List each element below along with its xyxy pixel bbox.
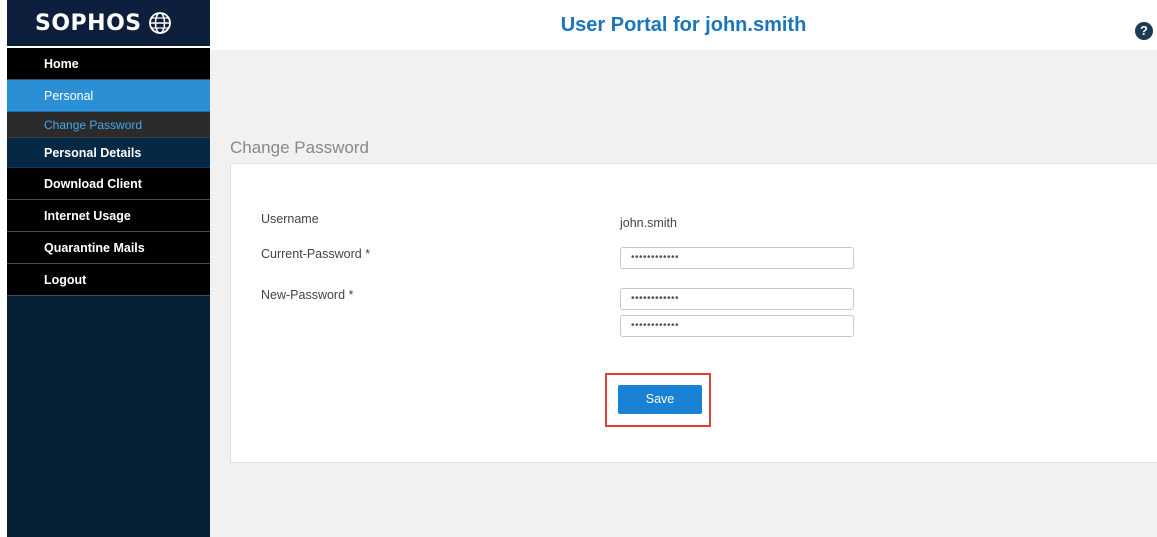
sidebar-item-personal-details[interactable]: Personal Details: [7, 138, 210, 168]
left-margin: [0, 0, 7, 537]
globe-icon: [148, 12, 171, 34]
new-password-field[interactable]: ••••••••••••: [620, 288, 854, 310]
username-value: john.smith: [620, 216, 677, 230]
sidebar-item-download-client[interactable]: Download Client: [7, 168, 210, 200]
sidebar-item-internet-usage[interactable]: Internet Usage: [7, 200, 210, 232]
section-title: Change Password: [230, 138, 369, 157]
sidebar-item-logout[interactable]: Logout: [7, 264, 210, 296]
header: User Portal for john.smith ?: [210, 0, 1157, 50]
confirm-password-field[interactable]: ••••••••••••: [620, 315, 854, 337]
new-password-label: New-Password *: [261, 288, 354, 302]
sidebar-item-personal[interactable]: Personal: [7, 80, 210, 112]
change-password-panel: Username john.smith Current-Password * •…: [230, 163, 1157, 463]
current-password-label: Current-Password *: [261, 247, 371, 261]
sidebar-item-quarantine-mails[interactable]: Quarantine Mails: [7, 232, 210, 264]
logo-bar: SOPHOS: [7, 0, 210, 48]
main-content: User Portal for john.smith ? Change Pass…: [210, 0, 1157, 537]
help-icon[interactable]: ?: [1135, 22, 1153, 40]
sidebar: SOPHOS Home Personal Change Password Per…: [7, 0, 210, 537]
current-password-field[interactable]: ••••••••••••: [620, 247, 854, 269]
page-title: User Portal for john.smith: [560, 13, 807, 36]
save-button[interactable]: Save: [618, 385, 702, 414]
sophos-logo: SOPHOS: [35, 10, 142, 36]
sidebar-item-change-password[interactable]: Change Password: [7, 112, 210, 138]
sidebar-item-home[interactable]: Home: [7, 48, 210, 80]
username-label: Username: [261, 212, 319, 226]
